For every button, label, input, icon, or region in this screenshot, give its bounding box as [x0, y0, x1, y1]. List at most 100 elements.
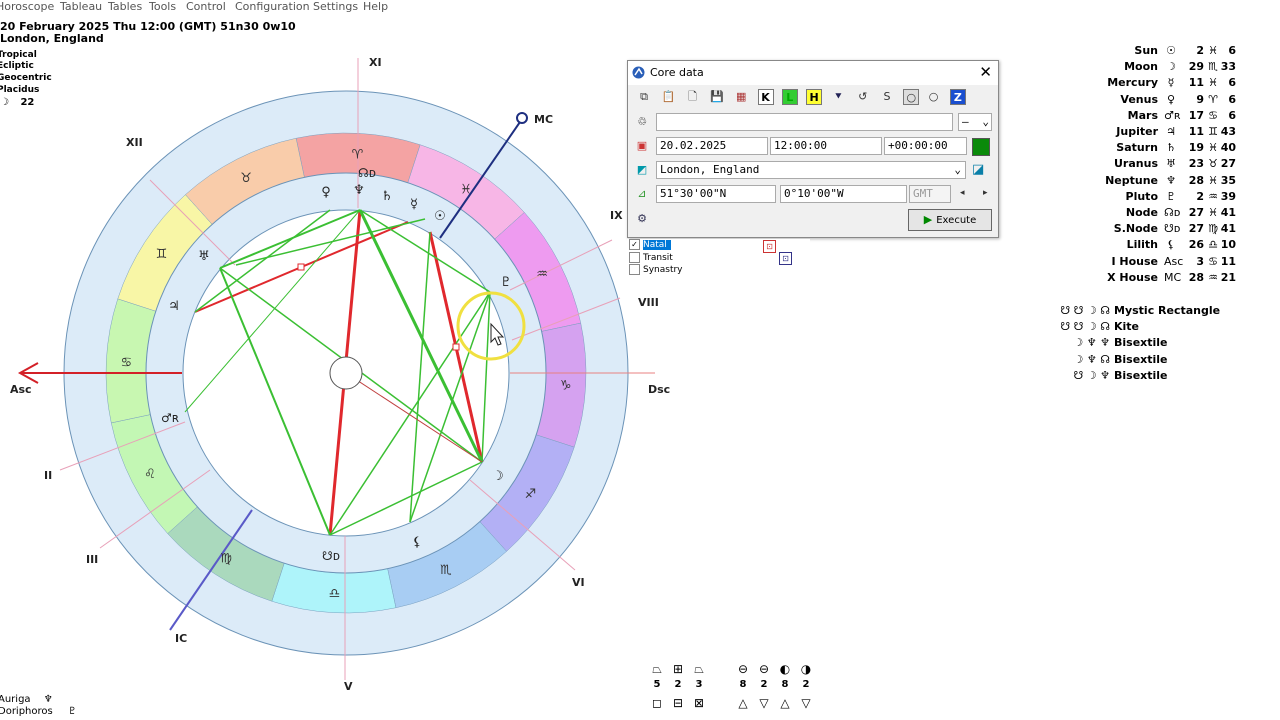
jupiter-icon[interactable]: ♃ [168, 299, 180, 314]
uranus-icon[interactable]: ♅ [198, 249, 210, 264]
stat-icon: △ [738, 696, 748, 710]
mercury-icon[interactable]: ☿ [410, 197, 418, 212]
planet-glyph-icon: ♀ [1166, 92, 1176, 106]
aspect-pattern-row[interactable]: ☽ ♆ ☊ Bisextile [1050, 353, 1168, 369]
horoscope-wheel[interactable]: ♈ ♓ ♒ ♑ ♐ ♏ ♎ ♍ ♌ ♋ ♊ ♉ ♀ ♆ ♄ ☿ ☉ ♇ ☽ ⚸ ☋ᴅ ♂ʀ ♃ ♅ ☊… [0, 0, 700, 720]
aspect-square-marker-icon [452, 343, 460, 351]
dialog-title-bar[interactable]: Core data ✕ [628, 61, 998, 85]
settings-cog-icon[interactable]: ⚙ [634, 211, 650, 227]
planet-name: Node [1125, 206, 1158, 219]
planet-row: I House Asc 3 ♋ 11 [1100, 255, 1250, 271]
calendar-icon[interactable]: ▣ [634, 138, 650, 154]
place-field[interactable]: London, England ⌄ [656, 161, 966, 179]
stat-icon: ⊟ [672, 696, 684, 710]
planet-minute: 40 [1220, 141, 1236, 155]
planet-minute: 21 [1220, 270, 1236, 284]
chart-type-synastry[interactable]: Synastry [627, 264, 810, 277]
transit-edit-icon[interactable]: ⊡ [779, 252, 792, 265]
planet-name: Moon [1124, 60, 1158, 74]
chart-type-label: Natal [643, 240, 671, 250]
utc-offset-field[interactable]: +00:00:00 [884, 137, 967, 155]
house-label-v: V [344, 680, 353, 693]
toolbar-button-0[interactable]: ⧉ [636, 89, 652, 105]
color-indicator-swatch[interactable] [972, 138, 990, 156]
lilith-icon[interactable]: ⚸ [412, 535, 422, 550]
ic-label: IC [175, 632, 187, 645]
pattern-glyphs-icon: ☋ ☋ ☽ ☊ [1060, 320, 1110, 334]
aspect-pattern-row[interactable]: ☽ ♆ ♆ Bisextile [1050, 336, 1167, 352]
venus-icon[interactable]: ♀ [321, 185, 331, 200]
name-dropdown[interactable]: – ⌄ [958, 113, 992, 131]
zodiac-sign-icon: ♈ [352, 147, 364, 162]
map-icon[interactable]: ◪ [972, 162, 984, 177]
planet-degree: 28 [1188, 270, 1204, 284]
toolbar-button-5[interactable]: K [757, 89, 774, 105]
planet-glyph-icon: ♇ [1166, 189, 1176, 203]
core-data-dialog[interactable]: Core data ✕ ⧉ 📋 🗋 💾 ▦ K L H ⯆ ↺ S ○ ○ Z ♲ – ⌄ ▣ 20.02.… [627, 60, 999, 238]
neptune-icon[interactable]: ♆ [353, 183, 365, 198]
execute-button[interactable]: ▶ Execute [908, 209, 992, 231]
house-label-iii: III [86, 553, 98, 566]
stat-icon: ▽ [759, 696, 769, 710]
fixed-star-2: Doriphoros ♇ [0, 706, 77, 717]
toolbar-button-6[interactable]: L [781, 89, 798, 105]
planet-name: Saturn [1116, 141, 1158, 155]
neptune-icon: ♆ [43, 694, 53, 705]
planet-row: X House MC 28 ♒ 21 [1100, 271, 1250, 287]
toolbar-button-11[interactable]: ○ [903, 89, 920, 105]
sun-icon[interactable]: ☉ [434, 209, 446, 224]
planet-name: Mercury [1107, 76, 1158, 90]
stat-value: 8 [739, 679, 747, 690]
date-field[interactable]: 20.02.2025 [656, 137, 768, 155]
zodiac-sign-icon: ♊ [156, 247, 168, 262]
toolbar-button-12[interactable]: ○ [926, 89, 942, 105]
planet-sign-icon: ♉ [1208, 157, 1218, 171]
prev-arrow-icon[interactable]: ◂ [960, 188, 965, 198]
toolbar-button-10[interactable]: S [879, 89, 895, 105]
house-label-viii: VIII [638, 296, 659, 309]
natal-edit-icon[interactable]: ⊡ [763, 240, 776, 253]
zodiac-sign-icon: ♏ [440, 563, 452, 578]
mars-icon[interactable]: ♂ʀ [161, 411, 179, 425]
latitude-field[interactable]: 51°30'00"N [656, 185, 776, 203]
pattern-glyphs-icon: ☽ ♆ ♆ [1073, 336, 1110, 350]
planet-glyph-icon: ☽ [1166, 60, 1176, 74]
south-node-icon[interactable]: ☋ᴅ [322, 549, 340, 563]
close-icon[interactable]: ✕ [979, 63, 992, 81]
person-icon[interactable]: ♲ [634, 114, 650, 130]
next-arrow-icon[interactable]: ▸ [983, 188, 988, 198]
timezone-field[interactable]: GMT [909, 185, 951, 203]
planet-row: Mars ♂ʀ 17 ♋ 6 [1100, 109, 1250, 125]
aspect-pattern-row[interactable]: ☋ ☽ ♆ Bisextile [1050, 369, 1168, 385]
aspect-pattern-row[interactable]: ☋ ☋ ☽ ☊ Kite [1050, 320, 1139, 336]
checkbox[interactable] [629, 251, 640, 263]
globe-icon[interactable]: ◩ [634, 162, 650, 178]
stat-icon: ◻ [652, 696, 662, 710]
time-field[interactable]: 12:00:00 [770, 137, 882, 155]
saturn-icon[interactable]: ♄ [381, 189, 393, 204]
planet-minute: 6 [1228, 92, 1236, 106]
planet-glyph-icon: ☿ [1167, 76, 1175, 90]
toolbar-button-3[interactable]: 💾 [709, 89, 725, 105]
checkbox[interactable]: ✓ [629, 239, 640, 250]
toolbar-button-8[interactable]: ⯆ [830, 89, 846, 105]
north-node-icon[interactable]: ☊ᴅ [358, 166, 376, 180]
pluto-icon[interactable]: ♇ [500, 275, 512, 290]
toolbar-button-7[interactable]: H [806, 89, 823, 105]
toolbar-button-1[interactable]: 📋 [660, 89, 676, 105]
coordinates-icon[interactable]: ⊿ [634, 186, 650, 202]
aspect-pattern-row[interactable]: ☋ ☋ ☽ ☊ Mystic Rectangle [1050, 304, 1220, 320]
pattern-glyphs-icon: ☋ ☽ ♆ [1073, 368, 1111, 382]
toolbar-button-4[interactable]: ▦ [733, 89, 749, 105]
chart-type-natal[interactable]: ✓ Natal [627, 239, 810, 252]
planet-minute: 6 [1228, 44, 1236, 57]
name-field[interactable] [656, 113, 953, 131]
moon-icon[interactable]: ☽ [492, 469, 504, 484]
toolbar-button-9[interactable]: ↺ [855, 89, 871, 105]
toolbar-button-13[interactable]: Z [949, 89, 966, 105]
checkbox[interactable] [629, 264, 640, 275]
longitude-field[interactable]: 0°10'00"W [780, 185, 907, 203]
toolbar-button-2[interactable]: 🗋 [685, 89, 701, 105]
planet-glyph-icon: Asc [1164, 254, 1184, 268]
planet-row: S.Node ☋ᴅ 27 ♍ 41 [1100, 222, 1250, 238]
